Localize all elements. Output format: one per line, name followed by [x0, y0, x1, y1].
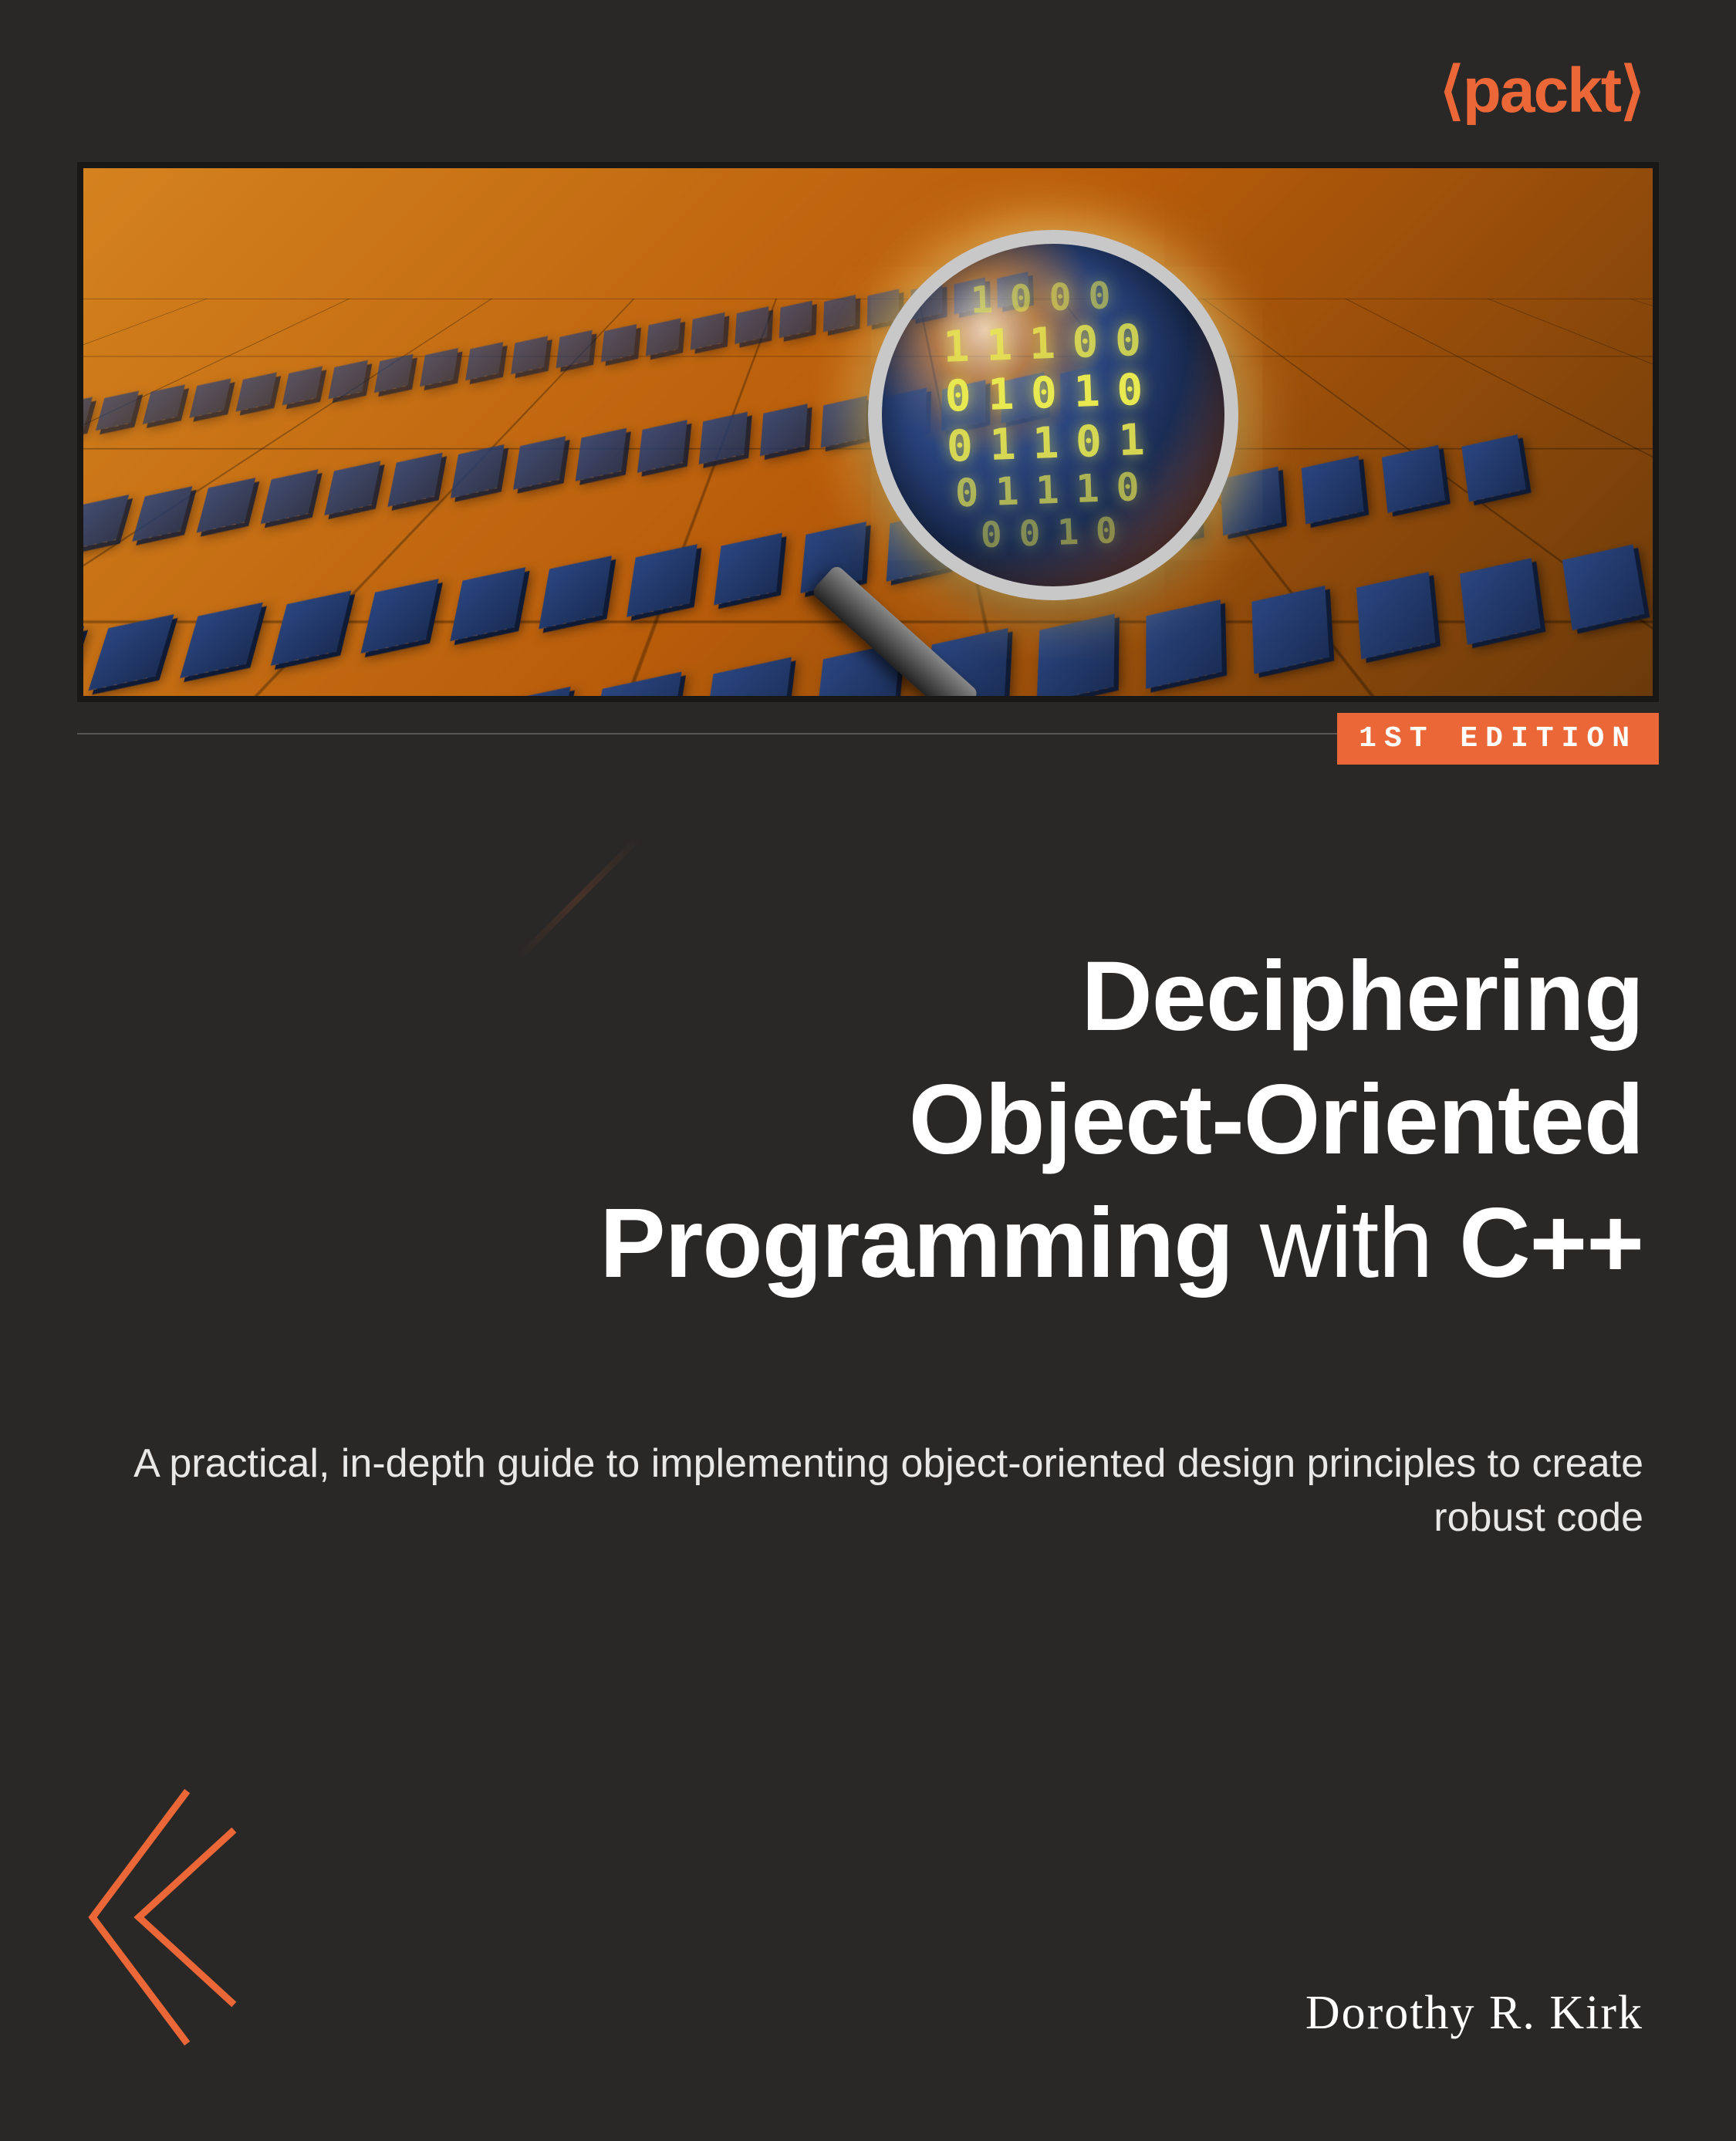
- chevron-decoration-icon: [77, 1786, 247, 2048]
- title-line-3-part2: with: [1233, 1188, 1459, 1298]
- title-line-2: Object-Oriented: [909, 1065, 1643, 1175]
- divider-line: 1ST EDITION: [77, 733, 1659, 734]
- book-title: Deciphering Object-Oriented Programming …: [77, 935, 1643, 1305]
- publisher-logo: ⟨packt⟩: [1440, 54, 1643, 127]
- title-line-3-part1: Programming: [599, 1188, 1233, 1298]
- book-subtitle: A practical, in-depth guide to implement…: [77, 1437, 1659, 1545]
- title-line-3-part3: C++: [1459, 1188, 1643, 1298]
- edition-badge: 1ST EDITION: [1337, 713, 1659, 765]
- author-name: Dorothy R. Kirk: [1305, 1986, 1643, 2041]
- hero-illustration: 1000 11100 01010 01101 01110 0010: [77, 162, 1659, 702]
- magnifier-lens: 1000 11100 01010 01101 01110 0010: [868, 230, 1238, 600]
- book-cover: ⟨packt⟩ 1000 11100 01010 01101 01: [0, 0, 1736, 2141]
- title-line-1: Deciphering: [1081, 941, 1643, 1052]
- magnifying-glass-icon: 1000 11100 01010 01101 01110 0010: [868, 230, 1238, 600]
- title-block: Deciphering Object-Oriented Programming …: [77, 935, 1659, 1305]
- binary-code-overlay: 1000 11100 01010 01101 01110 0010: [876, 238, 1230, 592]
